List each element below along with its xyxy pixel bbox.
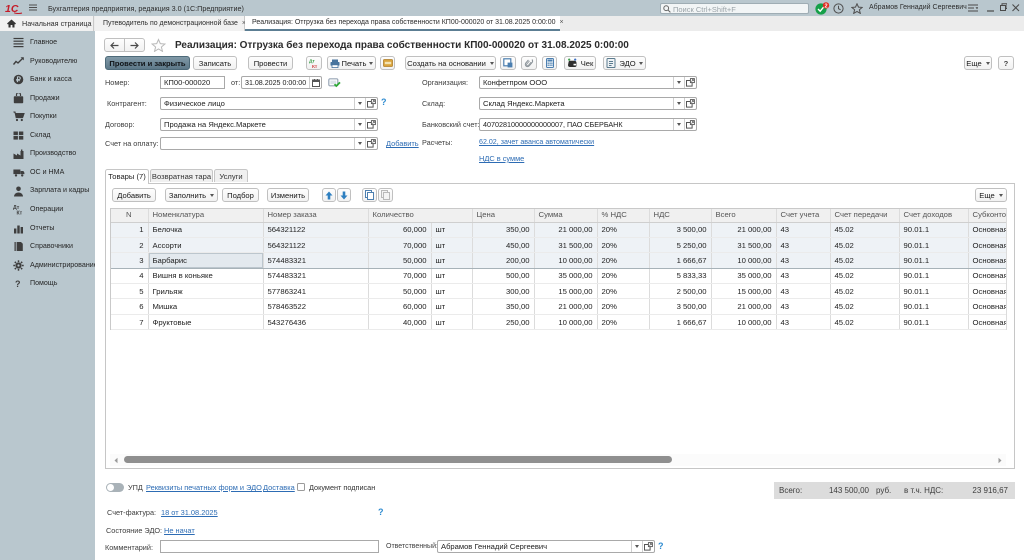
svg-text:Кт: Кт xyxy=(17,211,23,216)
svg-text:2: 2 xyxy=(824,4,827,10)
svg-text:?: ? xyxy=(15,279,21,289)
svg-text:1С: 1С xyxy=(5,3,19,14)
svg-text:Дт: Дт xyxy=(309,59,315,65)
svg-text:Кт: Кт xyxy=(312,64,318,68)
svg-text:₽: ₽ xyxy=(16,75,21,84)
